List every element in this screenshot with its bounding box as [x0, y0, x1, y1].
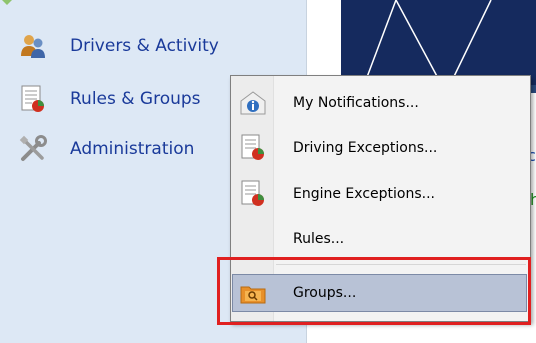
- sidebar-item-rules-groups[interactable]: Rules & Groups: [18, 84, 201, 114]
- highlight-box: [217, 257, 531, 325]
- sidebar-item-label: Rules & Groups: [70, 89, 201, 109]
- report-icon: [239, 180, 267, 208]
- menu-item-driving-exceptions[interactable]: Driving Exceptions...: [233, 130, 526, 166]
- drivers-icon: [18, 31, 48, 61]
- menu-item-label: My Notifications...: [293, 95, 419, 111]
- tools-icon: [18, 134, 48, 164]
- menu-item-rules[interactable]: Rules...: [233, 221, 526, 257]
- menu-item-label: Driving Exceptions...: [293, 140, 438, 156]
- notification-icon: [239, 89, 267, 117]
- expand-arrow-icon[interactable]: [2, 0, 12, 5]
- sidebar-item-administration[interactable]: Administration: [18, 134, 194, 164]
- menu-item-label: Rules...: [293, 231, 345, 247]
- rules-report-icon: [18, 84, 48, 114]
- menu-item-label: Engine Exceptions...: [293, 186, 435, 202]
- menu-item-engine-exceptions[interactable]: Engine Exceptions...: [233, 176, 526, 212]
- report-icon: [239, 134, 267, 162]
- sidebar-item-label: Drivers & Activity: [70, 36, 219, 56]
- menu-item-my-notifications[interactable]: My Notifications...: [233, 85, 526, 121]
- sidebar-item-drivers-activity[interactable]: Drivers & Activity: [18, 31, 219, 61]
- sidebar-item-label: Administration: [70, 139, 195, 159]
